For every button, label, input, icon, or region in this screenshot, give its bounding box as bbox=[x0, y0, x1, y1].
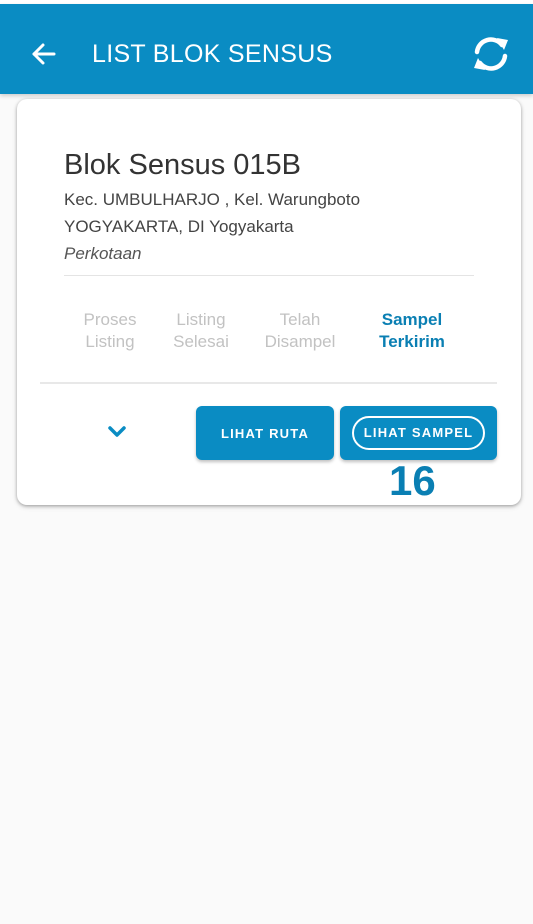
sync-icon bbox=[474, 37, 508, 71]
card-divider-bottom bbox=[40, 382, 497, 384]
step-label-line2: Selesai bbox=[173, 332, 229, 351]
sampel-count-badge: 16 bbox=[389, 457, 436, 504]
lihat-ruta-label: LIHAT RUTA bbox=[220, 425, 310, 441]
expand-button[interactable] bbox=[99, 414, 135, 450]
step-label-line1: Proses bbox=[83, 310, 137, 329]
card-divider-top bbox=[64, 275, 474, 276]
blok-sensus-title: Blok Sensus 015B bbox=[64, 149, 301, 181]
page-title: LIST BLOK SENSUS bbox=[92, 40, 333, 68]
step-label-line1: Sampel bbox=[381, 310, 443, 329]
step-label-line2: Disampel bbox=[264, 332, 336, 351]
address-kota-provinsi: YOGYAKARTA, DI Yogyakarta bbox=[64, 217, 294, 236]
arrow-left-icon bbox=[32, 43, 56, 65]
lihat-sampel-label: LIHAT SAMPEL bbox=[351, 416, 486, 450]
sync-button[interactable] bbox=[466, 30, 516, 78]
status-step-telah-disampel: Telah Disampel bbox=[253, 309, 347, 353]
lihat-ruta-button[interactable]: LIHAT RUTA bbox=[196, 406, 334, 460]
status-step-proses-listing: Proses Listing bbox=[77, 309, 143, 353]
status-step-listing-selesai: Listing Selesai bbox=[167, 309, 235, 353]
step-label-line2: Listing bbox=[85, 332, 135, 351]
address-kecamatan-kelurahan: Kec. UMBULHARJO , Kel. Warungboto bbox=[64, 190, 361, 209]
step-label-line2: Terkirim bbox=[379, 332, 445, 351]
lihat-sampel-button[interactable]: LIHAT SAMPEL bbox=[340, 406, 497, 460]
step-label-line1: Telah bbox=[279, 310, 321, 329]
app-bar: LIST BLOK SENSUS bbox=[0, 4, 533, 94]
blok-sensus-card: Blok Sensus 015B Kec. UMBULHARJO , Kel. … bbox=[17, 99, 521, 505]
chevron-down-icon bbox=[108, 426, 126, 437]
area-type-label: Perkotaan bbox=[64, 244, 142, 263]
back-button[interactable] bbox=[22, 32, 66, 76]
status-step-sampel-terkirim: Sampel Terkirim bbox=[367, 309, 457, 353]
step-label-line1: Listing bbox=[176, 310, 226, 329]
